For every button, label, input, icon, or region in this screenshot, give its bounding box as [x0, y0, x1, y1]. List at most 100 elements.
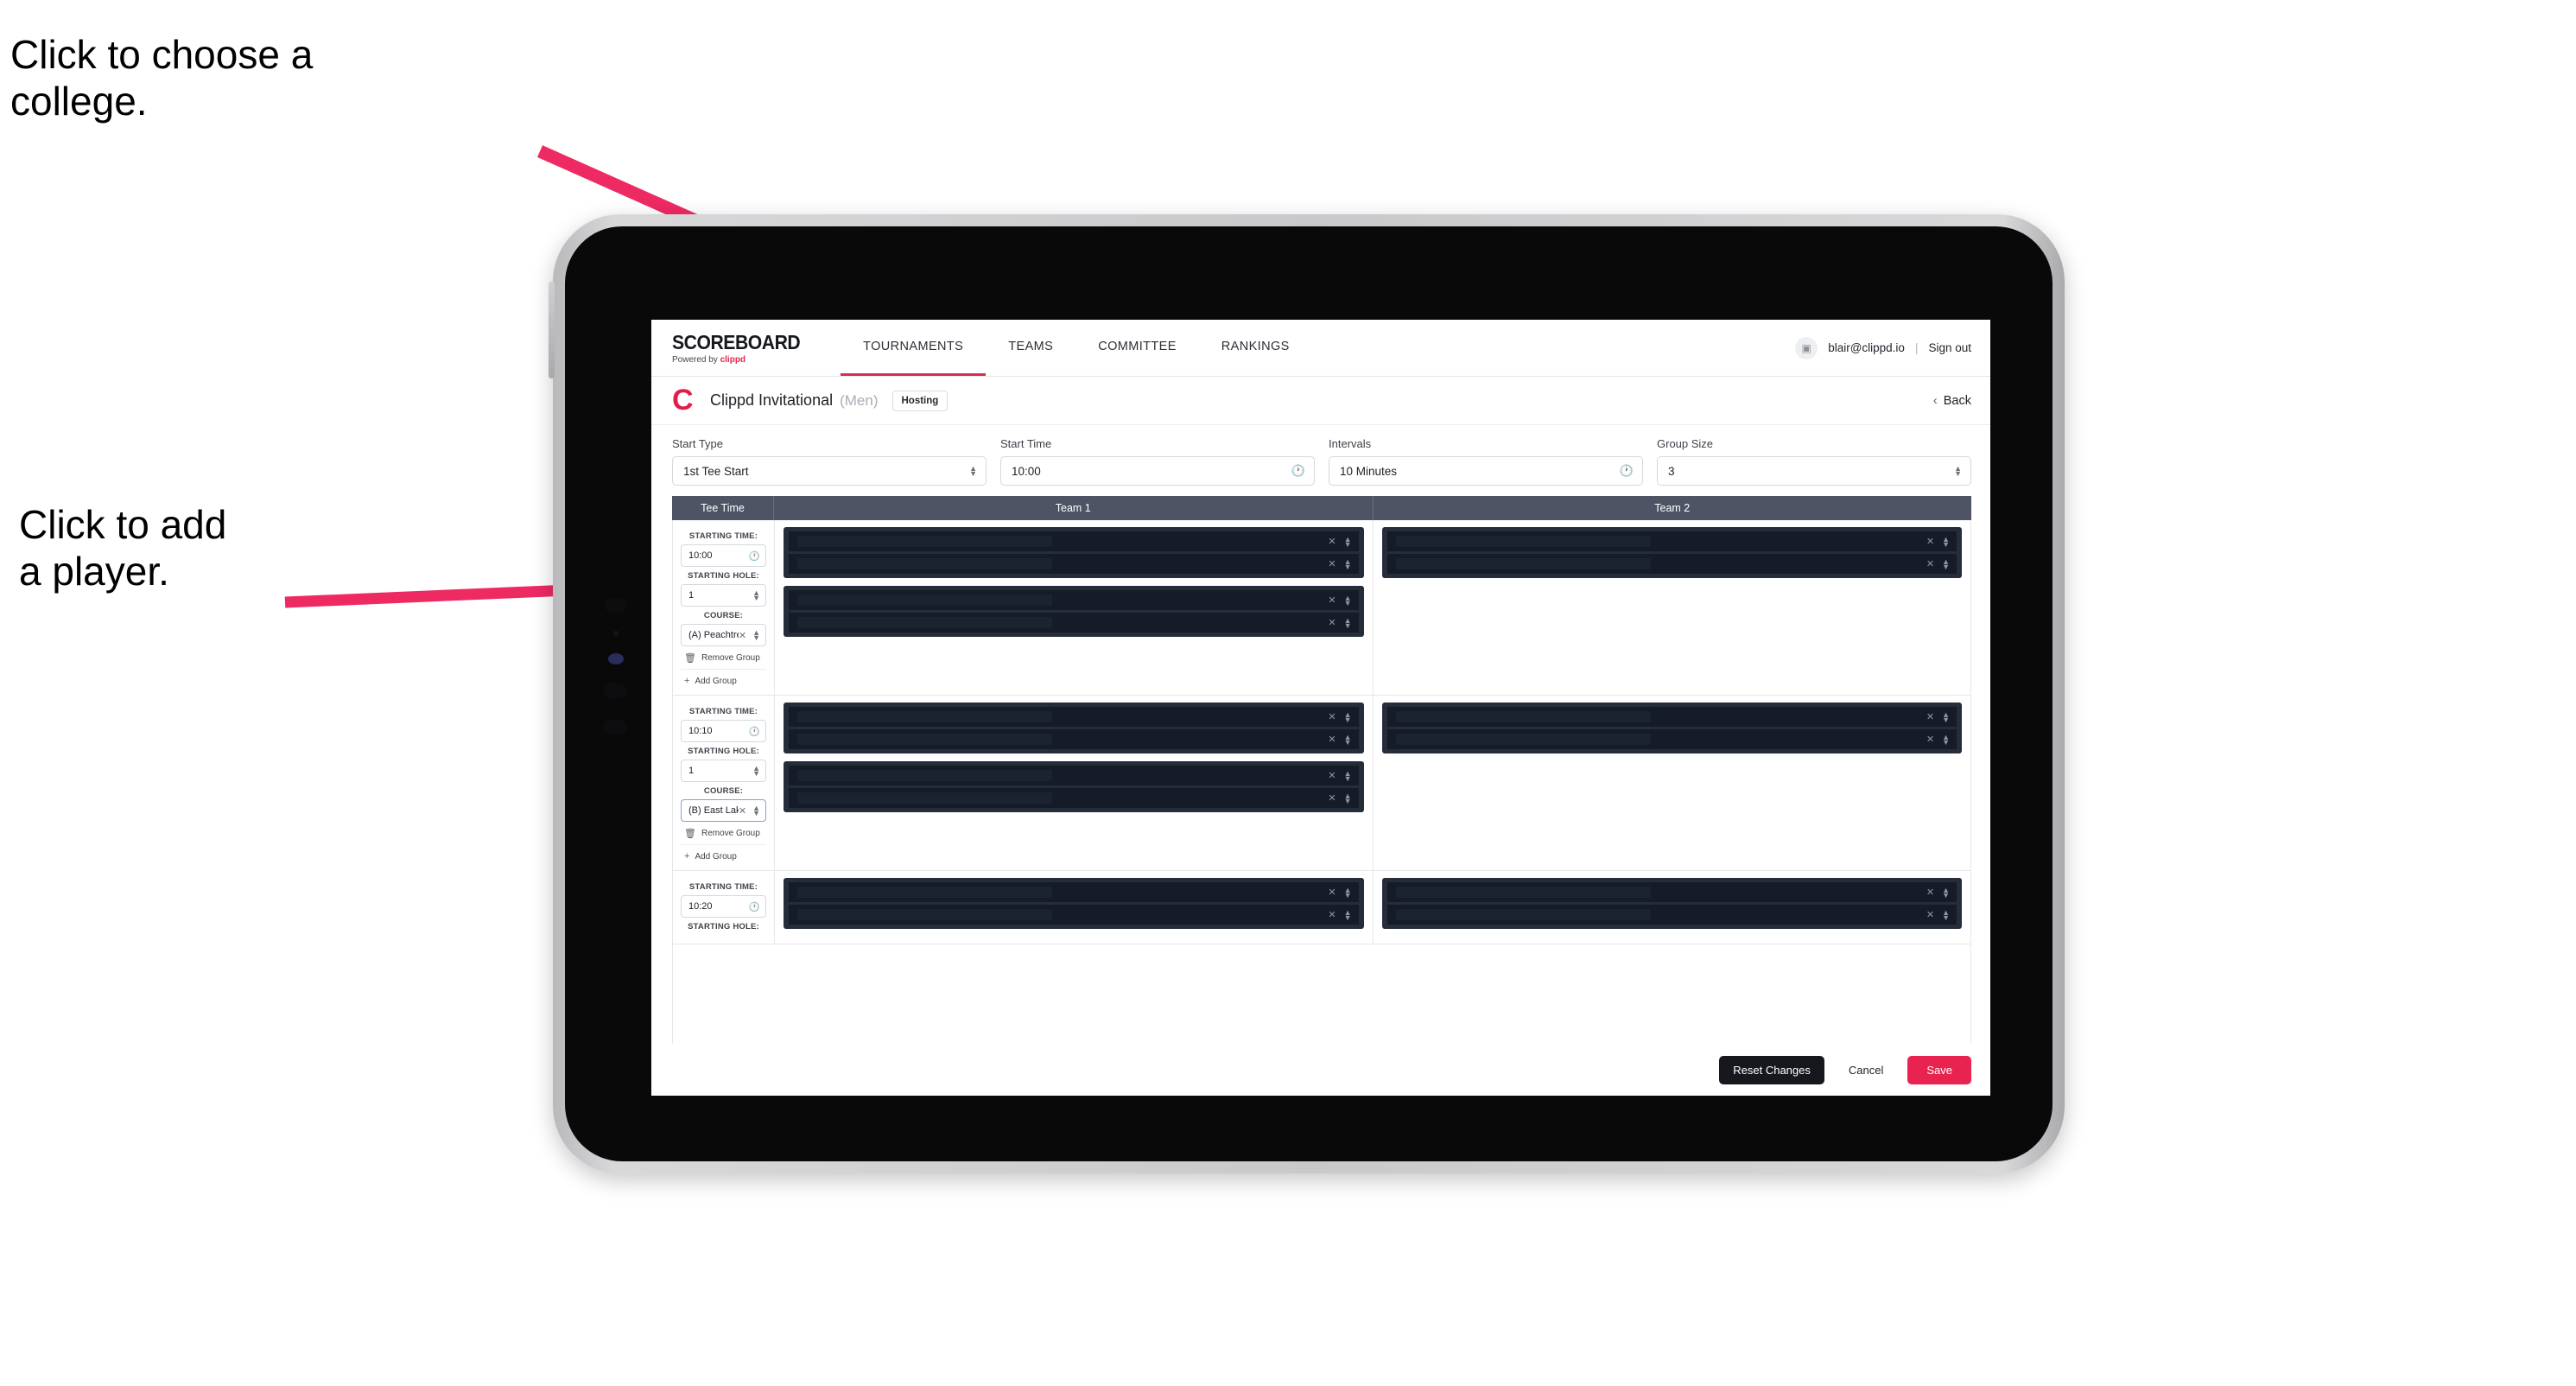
player-row[interactable]: ✕ ▲ ▼	[1386, 729, 1957, 749]
clear-x-icon[interactable]: ✕	[1328, 617, 1336, 628]
stepper-icon[interactable]: ▲ ▼	[1942, 710, 1950, 723]
clear-x-icon[interactable]: ✕	[1328, 770, 1336, 781]
clear-x-icon[interactable]: ✕	[739, 630, 746, 641]
stepper-icon[interactable]: ▲ ▼	[1344, 535, 1352, 548]
clear-x-icon[interactable]: ✕	[1328, 594, 1336, 606]
user-avatar-icon[interactable]: ▣	[1795, 336, 1818, 359]
player-row[interactable]: ✕ ▲ ▼	[1386, 905, 1957, 925]
clear-x-icon[interactable]: ✕	[1328, 792, 1336, 804]
clear-x-icon[interactable]: ✕	[1328, 711, 1336, 722]
start-time-value: 10:00	[1012, 464, 1041, 478]
clear-x-icon[interactable]: ✕	[1328, 887, 1336, 898]
clear-x-icon[interactable]: ✕	[739, 805, 746, 817]
starting-hole-stepper[interactable]: 1 ▲ ▼	[681, 760, 766, 782]
starting-hole-stepper[interactable]: 1 ▲ ▼	[681, 584, 766, 607]
stepper-icon[interactable]: ▲ ▼	[1344, 792, 1352, 804]
clock-icon[interactable]: 🕐	[1620, 464, 1634, 478]
player-row[interactable]: ✕ ▲ ▼	[789, 729, 1359, 749]
stepper-icon[interactable]: ▲ ▼	[1344, 733, 1352, 746]
stepper-icon[interactable]: ▲ ▼	[1344, 908, 1352, 921]
add-group-button[interactable]: + Add Group	[681, 669, 766, 686]
player-row[interactable]: ✕ ▲ ▼	[789, 788, 1359, 808]
user-email: blair@clippd.io	[1828, 341, 1905, 354]
starting-time-input[interactable]: 10:10 🕐	[681, 720, 766, 742]
tee-times-table-body[interactable]: STARTING TIME: 10:00 🕐 STARTING HOLE: 1 ▲ ▼ COU…	[672, 520, 1971, 1044]
start-type-select[interactable]: 1st Tee Start ▲ ▼	[672, 456, 987, 486]
course-select[interactable]: (B) East Lake GC✕ ▲▼	[681, 799, 766, 822]
remove-group-button[interactable]: 🗑 Remove Group	[681, 646, 766, 664]
reset-changes-button[interactable]: Reset Changes	[1719, 1055, 1824, 1084]
stepper-icon[interactable]: ▲ ▼	[1942, 557, 1950, 570]
stepper-icon[interactable]: ▲ ▼	[1344, 557, 1352, 570]
stepper-icon[interactable]: ▲ ▼	[1344, 710, 1352, 723]
stepper-icon[interactable]: ▲ ▼	[1344, 594, 1352, 607]
stepper-icon[interactable]: ▲ ▼	[969, 465, 977, 478]
player-row[interactable]: ✕ ▲ ▼	[789, 882, 1359, 902]
stepper-icon[interactable]: ▲ ▼	[752, 629, 760, 642]
nav-tab-committee[interactable]: COMMITTEE	[1075, 320, 1199, 376]
player-row[interactable]: ✕ ▲ ▼	[1386, 707, 1957, 727]
start-time-input[interactable]: 10:00 🕐	[1000, 456, 1315, 486]
group-size-stepper[interactable]: 3 ▲ ▼	[1657, 456, 1971, 486]
add-group-button[interactable]: + Add Group	[681, 844, 766, 861]
player-row[interactable]: ✕ ▲ ▼	[789, 905, 1359, 925]
save-button[interactable]: Save	[1907, 1055, 1971, 1084]
starting-time-value: 10:00	[688, 550, 713, 561]
brand-logo[interactable]: SCOREBOARD Powered by clippd	[672, 320, 841, 376]
player-row[interactable]: ✕ ▲ ▼	[789, 707, 1359, 727]
table-header-row: Tee Time Team 1 Team 2	[672, 496, 1971, 520]
clear-x-icon[interactable]: ✕	[1328, 734, 1336, 745]
nav-tab-teams[interactable]: TEAMS	[986, 320, 1075, 376]
stepper-icon[interactable]: ▲ ▼	[1954, 465, 1962, 478]
clear-x-icon[interactable]: ✕	[1328, 558, 1336, 569]
clear-x-icon[interactable]: ✕	[1926, 887, 1934, 898]
clippd-logo-icon: C	[672, 383, 694, 416]
stepper-icon[interactable]: ▲ ▼	[1942, 886, 1950, 899]
intervals-input[interactable]: 10 Minutes 🕐	[1329, 456, 1643, 486]
clear-x-icon[interactable]: ✕	[1328, 536, 1336, 547]
stepper-icon[interactable]: ▲ ▼	[1942, 908, 1950, 921]
settings-controls-row: Start Type 1st Tee Start ▲ ▼ Start Time 1…	[651, 425, 1990, 496]
clock-icon[interactable]: 🕐	[1291, 464, 1305, 478]
clear-x-icon[interactable]: ✕	[1328, 909, 1336, 920]
player-row[interactable]: ✕ ▲ ▼	[789, 766, 1359, 785]
clock-icon[interactable]: 🕐	[749, 726, 760, 737]
clear-x-icon[interactable]: ✕	[1926, 536, 1934, 547]
back-button[interactable]: ‹ Back	[1933, 393, 1971, 408]
player-row[interactable]: ✕ ▲ ▼	[789, 590, 1359, 610]
player-row[interactable]: ✕ ▲ ▼	[789, 554, 1359, 574]
remove-group-button[interactable]: 🗑 Remove Group	[681, 822, 766, 839]
cancel-button[interactable]: Cancel	[1837, 1056, 1895, 1084]
starting-hole-value: 1	[688, 590, 695, 601]
player-row[interactable]: ✕ ▲ ▼	[1386, 554, 1957, 574]
sign-out-link[interactable]: Sign out	[1928, 341, 1971, 354]
stepper-icon[interactable]: ▲ ▼	[752, 804, 760, 817]
clear-x-icon[interactable]: ✕	[1926, 909, 1934, 920]
stepper-icon[interactable]: ▲ ▼	[1942, 535, 1950, 548]
clock-icon[interactable]: 🕐	[749, 550, 760, 562]
clock-icon[interactable]: 🕐	[749, 901, 760, 912]
player-row[interactable]: ✕ ▲ ▼	[789, 531, 1359, 551]
clear-x-icon[interactable]: ✕	[1926, 711, 1934, 722]
stepper-icon[interactable]: ▲ ▼	[1344, 616, 1352, 629]
stepper-icon[interactable]: ▲ ▼	[752, 589, 760, 602]
stepper-icon[interactable]: ▲ ▼	[1942, 733, 1950, 746]
starting-time-input[interactable]: 10:20 🕐	[681, 895, 766, 918]
course-label: COURSE:	[703, 611, 744, 620]
volume-button[interactable]	[549, 282, 555, 378]
add-group-label: Add Group	[695, 676, 737, 686]
player-row[interactable]: ✕ ▲ ▼	[789, 613, 1359, 633]
clear-x-icon[interactable]: ✕	[1926, 734, 1934, 745]
nav-tab-rankings[interactable]: RANKINGS	[1199, 320, 1312, 376]
course-select[interactable]: (A) Peachtree GC✕ ▲▼	[681, 624, 766, 646]
starting-time-input[interactable]: 10:00 🕐	[681, 544, 766, 567]
player-row[interactable]: ✕ ▲ ▼	[1386, 531, 1957, 551]
stepper-icon[interactable]: ▲ ▼	[1344, 886, 1352, 899]
stepper-icon[interactable]: ▲ ▼	[1344, 769, 1352, 782]
clear-x-icon[interactable]: ✕	[1926, 558, 1934, 569]
starting-hole-label: STARTING HOLE:	[688, 922, 759, 931]
player-row-controls: ✕ ▲ ▼	[1328, 792, 1351, 804]
nav-tab-tournaments[interactable]: TOURNAMENTS	[841, 320, 987, 376]
player-row[interactable]: ✕ ▲ ▼	[1386, 882, 1957, 902]
stepper-icon[interactable]: ▲ ▼	[752, 765, 760, 778]
